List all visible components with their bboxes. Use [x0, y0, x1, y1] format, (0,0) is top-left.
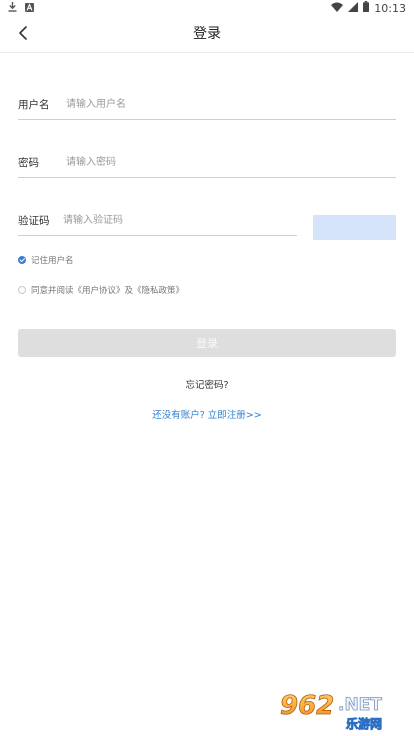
- battery-icon: [363, 1, 370, 15]
- remember-username-option[interactable]: 记住用户名: [18, 254, 74, 266]
- remember-label: 记住用户名: [31, 256, 74, 266]
- captcha-input[interactable]: [63, 212, 297, 235]
- a-badge-icon: [25, 2, 34, 15]
- svg-text:乐游网: 乐游网: [346, 716, 382, 731]
- login-button[interactable]: 登录: [18, 329, 396, 357]
- username-row: 用户名: [18, 93, 396, 120]
- back-button[interactable]: [10, 22, 36, 46]
- password-input[interactable]: [66, 154, 396, 177]
- login-button-label: 登录: [196, 337, 218, 350]
- page-title: 登录: [193, 26, 221, 42]
- wifi-icon: [331, 2, 344, 15]
- nav-bar: 登录: [0, 16, 414, 53]
- chevron-left-icon: [18, 25, 28, 44]
- captcha-label: 验证码: [18, 215, 50, 227]
- agree-terms-option[interactable]: 同意并阅读《用户协议》及《隐私政策》: [18, 284, 184, 296]
- password-label: 密码: [18, 157, 39, 169]
- username-label: 用户名: [18, 99, 50, 111]
- svg-text:962: 962: [280, 691, 334, 721]
- password-row: 密码: [18, 151, 396, 178]
- signal-icon: [348, 1, 359, 15]
- site-watermark-logo: 962 .NET 乐游网: [276, 688, 410, 732]
- captcha-image[interactable]: [313, 215, 396, 240]
- svg-text:.NET: .NET: [338, 695, 382, 715]
- forgot-password-link[interactable]: 忘记密码?: [0, 377, 414, 391]
- remember-checkbox[interactable]: [18, 256, 26, 264]
- register-link[interactable]: 还没有账户? 立即注册>>: [0, 407, 414, 421]
- agree-checkbox[interactable]: [18, 286, 26, 294]
- captcha-row: 验证码: [18, 209, 297, 236]
- status-left: [0, 1, 34, 15]
- status-time: 10:13: [374, 1, 406, 15]
- status-right: 10:13: [331, 1, 414, 15]
- username-input[interactable]: [66, 96, 396, 119]
- download-icon: [8, 1, 17, 15]
- agree-label: 同意并阅读《用户协议》及《隐私政策》: [31, 286, 185, 296]
- status-bar: 10:13: [0, 0, 414, 16]
